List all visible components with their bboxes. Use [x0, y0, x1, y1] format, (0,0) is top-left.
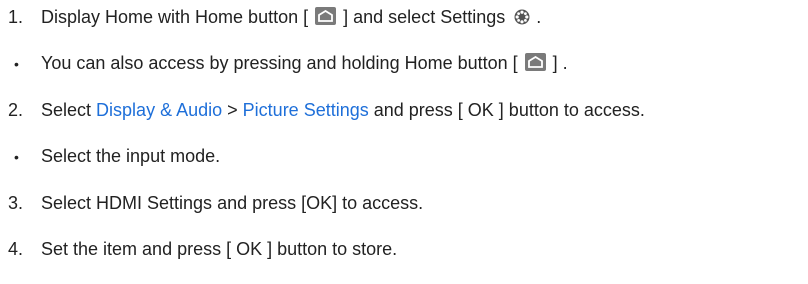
step-number: 4. — [8, 239, 24, 259]
step-text: Display Home with Home button [ ] and se… — [41, 6, 541, 28]
picture-settings-link[interactable]: Picture Settings — [243, 100, 369, 120]
step-number: 3. — [8, 193, 24, 213]
settings-gear-icon — [514, 9, 530, 25]
step-text: Set the item and press [ OK ] button to … — [41, 239, 398, 259]
note-text: You can also access by pressing and hold… — [41, 52, 568, 74]
step-text-pre: Select — [41, 100, 92, 120]
step-number: 1. — [8, 7, 24, 27]
bullet: • — [14, 149, 19, 165]
home-icon — [315, 7, 337, 25]
step-text-mid: ] and select Settings — [343, 7, 506, 27]
step-number: 2. — [8, 100, 24, 120]
home-icon — [524, 53, 546, 71]
note-text-pre: You can also access by pressing and hold… — [41, 53, 518, 73]
separator: > — [227, 100, 238, 120]
step-text: Select HDMI Settings and press [OK] to a… — [41, 193, 424, 213]
note-text: Select the input mode. — [41, 146, 221, 166]
note-text-post: ] . — [552, 53, 568, 73]
step-text-pre: Display Home with Home button [ — [41, 7, 309, 27]
display-audio-link[interactable]: Display & Audio — [96, 100, 222, 120]
step-text: Select Display & Audio > Picture Setting… — [41, 99, 645, 121]
step-text-post: . — [536, 7, 542, 27]
bullet: • — [14, 56, 19, 72]
step-text-post: and press [ OK ] button to access. — [373, 100, 645, 120]
